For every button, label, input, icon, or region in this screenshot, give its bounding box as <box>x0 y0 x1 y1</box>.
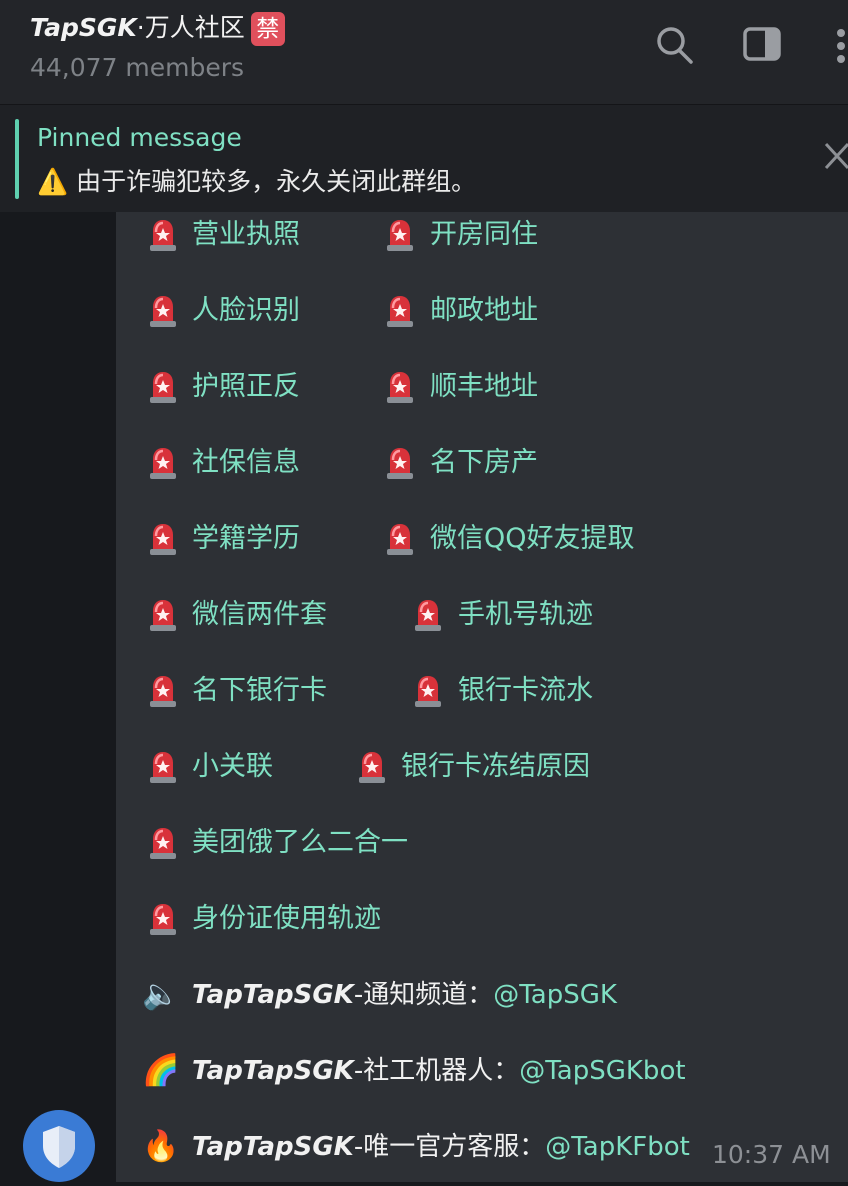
service-item: 微信两件套 <box>192 599 327 630</box>
contact-line: TapTapSGK-社工机器人：@TapSGKbot <box>192 1053 686 1089</box>
service-item: 银行卡流水 <box>458 675 593 706</box>
pinned-message[interactable]: Pinned message ⚠️ 由于诈骗犯较多，永久关闭此群组。 <box>0 104 848 213</box>
service-item: 小关联 <box>192 751 273 782</box>
service-item: 身份证使用轨迹 <box>192 903 381 934</box>
pinned-text-body: 由于诈骗犯较多，永久关闭此群组。 <box>76 167 477 196</box>
contact-label: -通知频道： <box>353 980 494 1010</box>
service-item: 开房同住 <box>430 219 538 250</box>
more-options-icon[interactable] <box>834 28 848 68</box>
siren-icon <box>357 750 387 784</box>
chat-header: TapSGK·万人社区禁 44,077 members <box>0 0 848 104</box>
service-item: 手机号轨迹 <box>458 599 593 630</box>
message-time: 10:37 AM <box>712 1140 831 1169</box>
siren-icon <box>148 446 178 480</box>
contact-line: TapTapSGK-唯一官方客服：@TapKFbot <box>192 1129 690 1165</box>
service-item: 顺丰地址 <box>430 371 538 402</box>
pinned-accent-bar <box>15 119 19 199</box>
service-item: 美团饿了么二合一 <box>192 827 408 858</box>
pinned-text: ⚠️ 由于诈骗犯较多，永久关闭此群组。 <box>37 162 476 198</box>
sidebar-toggle-icon[interactable] <box>743 27 783 63</box>
service-item: 微信QQ好友提取 <box>430 523 635 554</box>
service-item: 社保信息 <box>192 447 300 478</box>
shield-icon <box>43 1126 75 1168</box>
speaker-icon: 🔈 <box>142 977 180 1012</box>
siren-icon <box>385 370 415 404</box>
siren-icon <box>148 750 178 784</box>
service-item: 护照正反 <box>192 371 300 402</box>
chat-title-rest: ·万人社区 <box>136 13 245 42</box>
service-item: 营业执照 <box>192 219 300 250</box>
service-item: 名下房产 <box>430 447 538 478</box>
service-item: 名下银行卡 <box>192 675 327 706</box>
service-item: 邮政地址 <box>430 295 538 326</box>
contact-line: TapTapSGK-通知频道：@TapSGK <box>192 977 617 1013</box>
siren-icon <box>385 218 415 252</box>
contact-link[interactable]: @TapSGKbot <box>519 1056 685 1086</box>
chat-title-brand: TapSGK <box>30 13 137 42</box>
siren-icon <box>148 522 178 556</box>
siren-icon <box>148 598 178 632</box>
contact-link[interactable]: @TapKFbot <box>545 1132 690 1162</box>
siren-icon <box>385 294 415 328</box>
left-panel <box>0 212 116 1182</box>
service-item: 人脸识别 <box>192 295 300 326</box>
contact-link[interactable]: @TapSGK <box>493 980 617 1010</box>
service-item: 学籍学历 <box>192 523 300 554</box>
contact-label: -唯一官方客服： <box>353 1132 546 1162</box>
siren-icon <box>148 370 178 404</box>
search-icon[interactable] <box>656 24 694 66</box>
shield-avatar[interactable] <box>23 1110 95 1182</box>
siren-icon <box>148 674 178 708</box>
member-count: 44,077 members <box>30 53 245 82</box>
siren-icon <box>148 902 178 936</box>
warning-icon: ⚠️ <box>37 167 69 196</box>
siren-icon <box>413 598 443 632</box>
siren-icon <box>148 294 178 328</box>
contact-label: -社工机器人： <box>353 1056 520 1086</box>
siren-icon <box>148 826 178 860</box>
siren-icon <box>385 446 415 480</box>
fire-icon: 🔥 <box>142 1129 180 1164</box>
pinned-title: Pinned message <box>37 123 242 152</box>
contact-name: TapTapSGK <box>192 1056 354 1086</box>
chat-title[interactable]: TapSGK·万人社区禁 <box>30 8 285 46</box>
siren-icon <box>413 674 443 708</box>
service-item: 银行卡冻结原因 <box>401 751 590 782</box>
siren-icon <box>385 522 415 556</box>
siren-icon <box>148 218 178 252</box>
contact-name: TapTapSGK <box>192 980 354 1010</box>
contact-name: TapTapSGK <box>192 1132 354 1162</box>
ban-badge: 禁 <box>250 12 285 46</box>
rainbow-icon: 🌈 <box>142 1053 180 1088</box>
close-icon[interactable] <box>824 142 848 172</box>
